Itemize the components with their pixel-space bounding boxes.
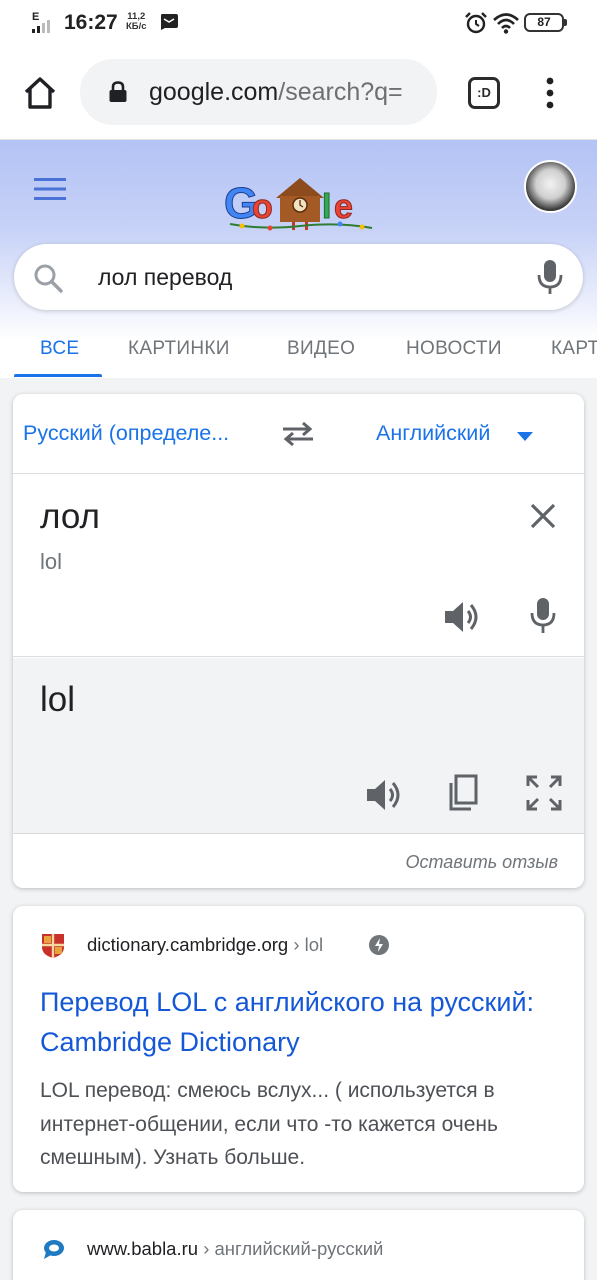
result-breadcrumb: › lol bbox=[288, 934, 324, 955]
translation-text: lol bbox=[40, 680, 76, 719]
speaker-icon[interactable] bbox=[443, 597, 481, 637]
result-title-link[interactable]: Перевод LOL с английского на русский: Ca… bbox=[40, 982, 560, 1062]
svg-text:e: e bbox=[334, 188, 353, 226]
google-doodle-logo[interactable]: G o l e bbox=[222, 172, 378, 232]
signal-icon: E bbox=[32, 11, 50, 33]
message-icon bbox=[161, 14, 178, 30]
search-input[interactable]: лол перевод bbox=[98, 264, 232, 291]
source-text-area[interactable]: лол lol bbox=[13, 475, 584, 657]
battery-level: 87 bbox=[537, 15, 551, 29]
net-speed-unit: КБ/с bbox=[126, 21, 147, 32]
result-url[interactable]: www.babla.ru › английский-русский bbox=[87, 1238, 383, 1260]
tab-all[interactable]: ВСЕ bbox=[40, 338, 79, 360]
google-header: G o l e лол перевод ВСЕ КАРТИНКИ ВИДЕО Н… bbox=[0, 140, 597, 378]
result-url[interactable]: dictionary.cambridge.org › lol bbox=[87, 934, 323, 956]
lock-icon bbox=[109, 81, 127, 102]
home-icon[interactable] bbox=[20, 73, 60, 113]
tab-maps[interactable]: КАРТЫ bbox=[551, 338, 597, 360]
url-domain: google.com bbox=[149, 78, 279, 106]
browser-toolbar: google.com/search?q= :D bbox=[0, 46, 597, 140]
source-text[interactable]: лол bbox=[40, 497, 100, 537]
wifi-icon bbox=[493, 13, 519, 34]
mic-icon[interactable] bbox=[529, 596, 557, 636]
clock: 16:27 bbox=[64, 11, 118, 34]
hamburger-menu-icon[interactable] bbox=[34, 177, 66, 201]
voice-search-mic-icon[interactable] bbox=[536, 258, 564, 296]
speaker-icon[interactable] bbox=[365, 775, 403, 815]
account-avatar[interactable] bbox=[524, 160, 577, 213]
target-language-select[interactable]: Английский bbox=[376, 421, 490, 446]
search-result: dictionary.cambridge.org › lol Перевод L… bbox=[13, 906, 584, 1192]
address-bar[interactable]: google.com/search?q= bbox=[80, 59, 437, 125]
search-tabs: ВСЕ КАРТИНКИ ВИДЕО НОВОСТИ КАРТЫ bbox=[0, 326, 597, 378]
fullscreen-icon[interactable] bbox=[525, 774, 563, 812]
search-result: www.babla.ru › английский-русский bbox=[13, 1210, 584, 1280]
result-site: dictionary.cambridge.org bbox=[87, 934, 289, 955]
network-type: E bbox=[32, 11, 39, 23]
source-transliteration: lol bbox=[40, 549, 63, 574]
tab-images[interactable]: КАРТИНКИ bbox=[128, 338, 230, 360]
svg-text:o: o bbox=[252, 188, 273, 226]
search-box[interactable]: лол перевод bbox=[14, 244, 583, 310]
dropdown-arrow-icon[interactable] bbox=[517, 432, 533, 442]
alarm-icon bbox=[465, 12, 487, 34]
result-breadcrumb: › английский-русский bbox=[198, 1238, 384, 1259]
tab-switcher-button[interactable]: :D bbox=[468, 77, 500, 109]
result-snippet: LOL перевод: смеюсь вслух... ( используе… bbox=[40, 1079, 498, 1169]
target-text-area: lol bbox=[13, 658, 584, 834]
translate-widget: Русский (определе... Английский лол lol … bbox=[13, 394, 584, 888]
result-site: www.babla.ru bbox=[87, 1238, 199, 1259]
search-icon bbox=[34, 264, 63, 293]
tab-video[interactable]: ВИДЕО bbox=[287, 338, 355, 360]
send-feedback-link[interactable]: Оставить отзыв bbox=[406, 852, 558, 873]
tab-news[interactable]: НОВОСТИ bbox=[406, 338, 502, 360]
status-bar: E 16:27 11,2 КБ/с 87 bbox=[0, 0, 597, 46]
amp-lightning-icon bbox=[369, 935, 389, 955]
swap-languages-icon[interactable] bbox=[281, 420, 315, 448]
battery-icon: 87 bbox=[524, 13, 567, 32]
net-speed: 11,2 КБ/с bbox=[126, 12, 147, 32]
svg-text:l: l bbox=[322, 188, 331, 226]
active-tab-indicator bbox=[14, 374, 102, 377]
more-menu-icon[interactable] bbox=[540, 76, 560, 110]
language-selector-row: Русский (определе... Английский bbox=[13, 394, 584, 474]
babla-favicon-icon bbox=[44, 1240, 64, 1259]
url-text: google.com/search?q= bbox=[149, 78, 403, 107]
clear-icon[interactable] bbox=[528, 501, 558, 531]
source-language-select[interactable]: Русский (определе... bbox=[23, 421, 229, 446]
copy-icon[interactable] bbox=[445, 774, 479, 812]
url-path: /search?q= bbox=[278, 78, 403, 106]
cambridge-favicon-icon bbox=[42, 934, 64, 958]
